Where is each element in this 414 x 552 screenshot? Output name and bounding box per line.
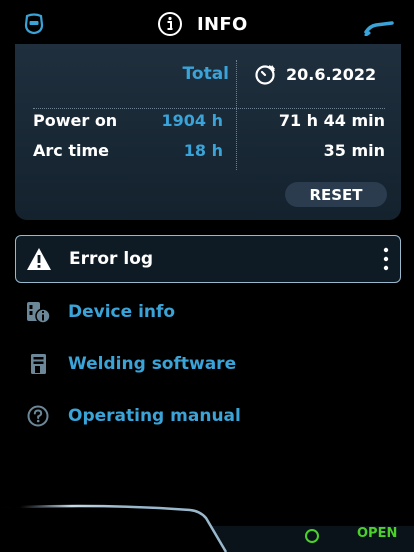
total-column-header: Total	[182, 64, 229, 84]
power-on-label: Power on	[33, 111, 118, 130]
device-info-icon	[27, 302, 51, 324]
usage-stats-panel: Total 20.6.2022 Power on 1904 h 71 h 44 …	[15, 44, 401, 220]
header-bar: INFO	[0, 0, 414, 46]
header-divider	[33, 108, 385, 109]
page-title: INFO	[197, 13, 248, 35]
status-indicator-dot	[305, 529, 319, 543]
menu-item-operating-manual[interactable]: Operating manual	[15, 392, 401, 440]
info-icon	[158, 12, 182, 36]
menu-item-label: Operating manual	[68, 406, 241, 426]
header-title-group: INFO	[157, 10, 248, 38]
menu-item-label: Error log	[69, 249, 154, 269]
status-label: OPEN	[357, 526, 398, 541]
more-options-icon[interactable]	[380, 246, 392, 272]
footer-curve	[0, 504, 414, 552]
menu-item-label: Device info	[68, 302, 176, 322]
power-on-since: 71 h 44 min	[278, 111, 385, 130]
arc-time-total: 18 h	[183, 141, 223, 160]
stopwatch-reset-icon	[255, 65, 275, 85]
document-icon	[31, 354, 46, 374]
menu-item-error-log[interactable]: Error log	[15, 235, 401, 283]
footer-bar	[0, 496, 414, 552]
welding-torch-icon[interactable]	[364, 14, 394, 36]
power-on-total: 1904 h	[161, 111, 224, 130]
warning-icon	[27, 248, 51, 270]
arc-time-since: 35 min	[323, 141, 385, 160]
menu-item-device-info[interactable]: Device info	[15, 288, 401, 336]
menu-item-welding-software[interactable]: Welding software	[15, 340, 401, 388]
welding-helmet-icon[interactable]	[22, 12, 46, 36]
help-icon	[27, 405, 49, 427]
since-date: 20.6.2022	[286, 64, 377, 84]
menu-item-label: Welding software	[68, 354, 237, 374]
since-date-header: 20.6.2022	[254, 62, 376, 86]
reset-button[interactable]: RESET	[285, 182, 387, 207]
column-divider	[236, 60, 237, 170]
arc-time-label: Arc time	[33, 141, 109, 160]
